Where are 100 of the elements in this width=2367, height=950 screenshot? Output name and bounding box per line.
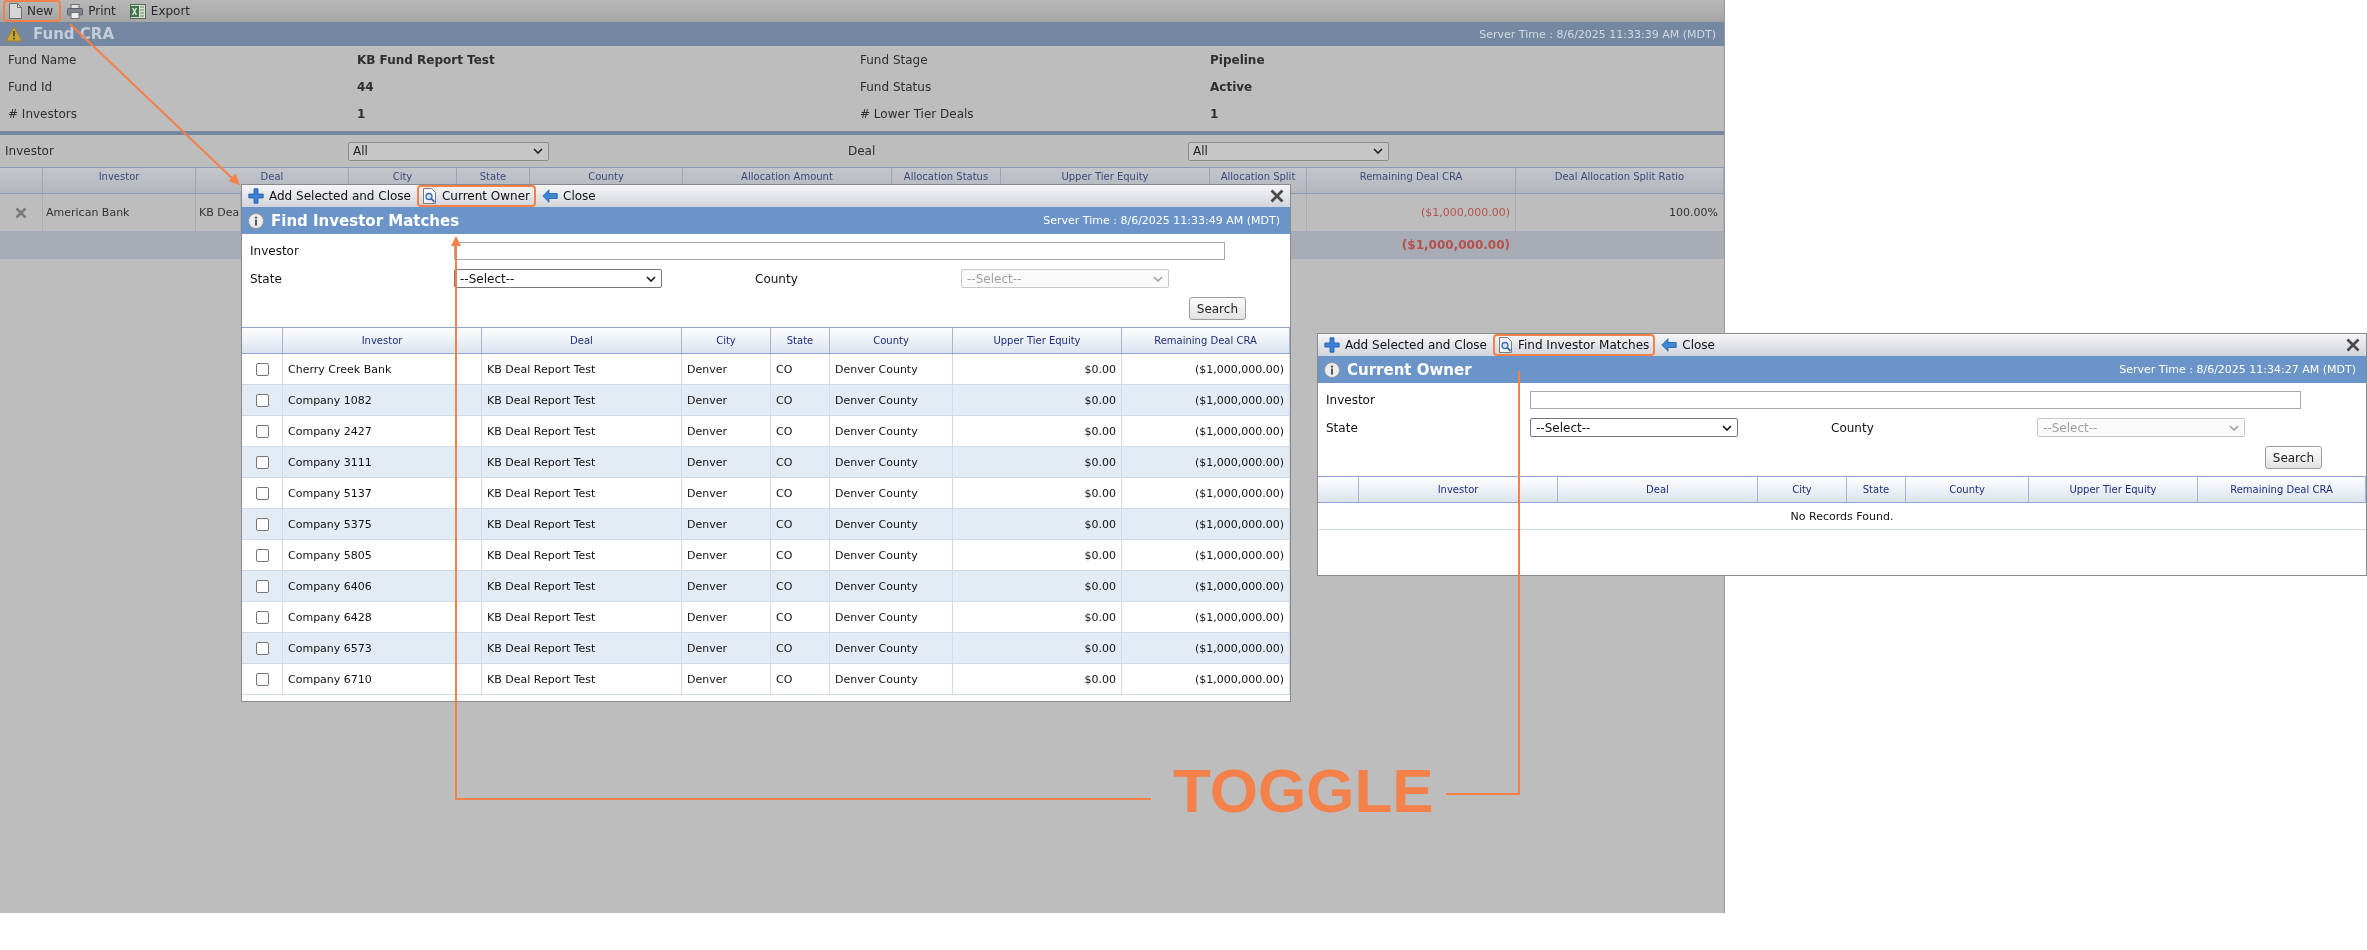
table-cell: ($1,000,000.00)	[1122, 571, 1290, 601]
dialog-title: Find Investor Matches	[271, 211, 460, 230]
table-cell: Company 1082	[283, 385, 482, 415]
chevron-down-icon	[1373, 148, 1383, 154]
new-button[interactable]: New	[3, 0, 62, 22]
export-button[interactable]: Export	[123, 0, 199, 22]
table-cell: Company 2427	[283, 416, 482, 446]
column-header: Upper Tier Equity	[2029, 477, 2198, 502]
close-icon[interactable]	[1270, 189, 1284, 203]
table-cell: KB Deal Report Test	[482, 447, 682, 477]
table-cell: ($1,000,000.00)	[1122, 540, 1290, 570]
table-cell: Denver County	[830, 416, 953, 446]
table-cell: CO	[771, 385, 830, 415]
table-cell: ($1,000,000.00)	[1122, 447, 1290, 477]
column-header: City	[392, 171, 413, 182]
table-cell: Denver County	[830, 633, 953, 663]
field-value: KB Fund Report Test	[357, 52, 495, 67]
table-row[interactable]: Company 6573 KB Deal Report Test Denver CO Denver County $0.00 ($1,000,000.00)	[242, 633, 1290, 664]
table-cell: KB Deal Report Test	[482, 385, 682, 415]
column-header: Investor	[283, 328, 482, 353]
table-cell: ($1,000,000.00)	[1122, 478, 1290, 508]
field-value: 1	[357, 106, 366, 121]
table-row[interactable]: Company 2427 KB Deal Report Test Denver CO Denver County $0.00 ($1,000,000.00)	[242, 416, 1290, 447]
table-cell: KB Deal Report Test	[482, 354, 682, 384]
text-input[interactable]	[1530, 391, 2301, 409]
switch-view-button[interactable]: Find Investor Matches	[1492, 334, 1656, 356]
close-icon[interactable]	[2346, 338, 2360, 352]
chevron-down-icon	[646, 275, 656, 282]
checkbox[interactable]	[255, 610, 269, 624]
checkbox[interactable]	[255, 548, 269, 562]
table-row[interactable]: Company 6406 KB Deal Report Test Denver CO Denver County $0.00 ($1,000,000.00)	[242, 571, 1290, 602]
table-row[interactable]: Cherry Creek Bank KB Deal Report Test Denver CO Denver County $0.00 ($1,000,000.00)	[242, 354, 1290, 385]
checkbox[interactable]	[255, 641, 269, 655]
chevron-down-icon	[533, 148, 543, 154]
table-cell: $0.00	[953, 664, 1122, 694]
field-label: State	[1326, 420, 1358, 435]
field-label: Investor	[250, 244, 299, 258]
checkbox[interactable]	[255, 424, 269, 438]
table-row[interactable]: Company 3111 KB Deal Report Test Denver CO Denver County $0.00 ($1,000,000.00)	[242, 447, 1290, 478]
column-header: State	[771, 328, 830, 353]
table-cell: ($1,000,000.00)	[1122, 633, 1290, 663]
add-selected-button[interactable]: Add Selected and Close	[242, 185, 417, 207]
checkbox[interactable]	[255, 579, 269, 593]
table-cell: CO	[771, 416, 830, 446]
table-cell: KB Deal Report Test	[482, 602, 682, 632]
field-value: 44	[357, 79, 374, 94]
column-header: County	[1906, 477, 2029, 502]
plus-icon	[248, 188, 264, 204]
table-cell: Company 6573	[283, 633, 482, 663]
info-icon	[248, 212, 264, 229]
left-arrow-icon	[1661, 338, 1678, 352]
dropdown-select[interactable]: --Select--	[1530, 418, 1738, 437]
table-cell: KB Deal Report Test	[482, 664, 682, 694]
checkbox[interactable]	[255, 672, 269, 686]
checkbox[interactable]	[255, 362, 269, 376]
column-header: Allocation Status	[903, 171, 989, 182]
left-arrow-icon	[542, 189, 559, 203]
table-row[interactable]: Company 5805 KB Deal Report Test Denver CO Denver County $0.00 ($1,000,000.00)	[242, 540, 1290, 571]
field-label: Fund Status	[860, 79, 932, 94]
table-row[interactable]: Company 5137 KB Deal Report Test Denver CO Denver County $0.00 ($1,000,000.00)	[242, 478, 1290, 509]
print-button[interactable]: Print	[61, 0, 124, 22]
filter-select[interactable]: All	[1188, 141, 1389, 161]
table-row[interactable]: Company 5375 KB Deal Report Test Denver CO Denver County $0.00 ($1,000,000.00)	[242, 509, 1290, 540]
field-value: Active	[1210, 79, 1253, 94]
table-cell: $0.00	[953, 633, 1122, 663]
field-label: Fund Stage	[860, 52, 928, 67]
table-cell: $0.00	[953, 571, 1122, 601]
table-cell: Denver County	[830, 602, 953, 632]
checkbox[interactable]	[255, 455, 269, 469]
table-cell: $0.00	[953, 540, 1122, 570]
document-search-icon	[422, 188, 437, 204]
table-cell: KB Deal Report Test	[482, 540, 682, 570]
column-header: City	[682, 328, 771, 353]
text-input[interactable]	[454, 242, 1225, 260]
search-button[interactable]: Search	[1188, 297, 1246, 320]
table-cell: CO	[771, 478, 830, 508]
table-cell: Company 5375	[283, 509, 482, 539]
dropdown-select[interactable]: --Select--	[454, 269, 662, 288]
table-cell: Denver	[682, 633, 771, 663]
checkbox[interactable]	[255, 486, 269, 500]
table-cell: Denver	[682, 354, 771, 384]
table-cell: CO	[771, 540, 830, 570]
column-header: Deal Allocation Split Ratio	[1554, 171, 1685, 182]
table-row[interactable]: Company 1082 KB Deal Report Test Denver CO Denver County $0.00 ($1,000,000.00)	[242, 385, 1290, 416]
filter-select[interactable]: All	[348, 141, 549, 161]
search-button[interactable]: Search	[2264, 446, 2322, 469]
warning-icon	[5, 26, 23, 42]
add-selected-button[interactable]: Add Selected and Close	[1318, 334, 1493, 356]
column-header: County	[830, 328, 953, 353]
delete-icon[interactable]	[15, 206, 27, 219]
table-cell: Denver County	[830, 540, 953, 570]
close-button[interactable]: Close	[536, 185, 602, 207]
column-header: Deal	[1558, 477, 1758, 502]
table-cell: CO	[771, 509, 830, 539]
close-button[interactable]: Close	[1655, 334, 1721, 356]
table-row[interactable]: Company 6710 KB Deal Report Test Denver CO Denver County $0.00 ($1,000,000.00)	[242, 664, 1290, 695]
table-row[interactable]: Company 6428 KB Deal Report Test Denver CO Denver County $0.00 ($1,000,000.00)	[242, 602, 1290, 633]
table-cell: ($1,000,000.00)	[1122, 664, 1290, 694]
checkbox[interactable]	[255, 393, 269, 407]
checkbox[interactable]	[255, 517, 269, 531]
